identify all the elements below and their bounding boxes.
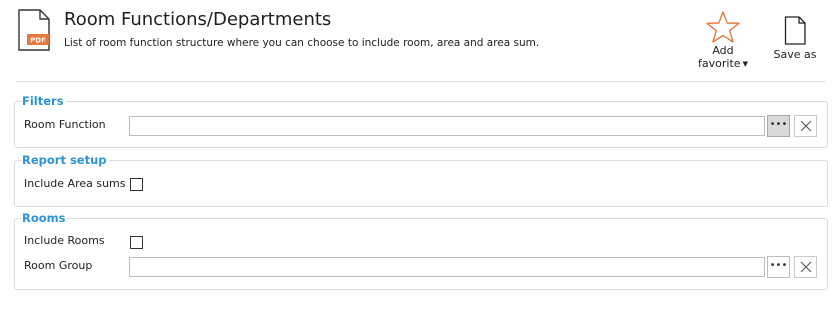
document-icon	[784, 16, 806, 45]
add-favorite-label-line1: Add	[712, 44, 734, 57]
include-rooms-label: Include Rooms	[24, 234, 105, 247]
close-icon	[800, 261, 811, 273]
include-area-sums-checkbox[interactable]	[130, 178, 143, 191]
dropdown-caret-icon: ▼	[742, 60, 748, 68]
room-group-input[interactable]	[129, 257, 765, 277]
add-favorite-label-line2: favorite	[698, 57, 741, 70]
pdf-file-icon: PDF	[16, 9, 54, 51]
header-divider	[16, 81, 825, 82]
pdf-badge-text: PDF	[30, 37, 46, 45]
room-group-clear-button[interactable]	[794, 256, 817, 278]
room-function-browse-button[interactable]: •••	[767, 115, 790, 137]
room-group-label: Room Group	[24, 259, 93, 272]
page-title: Room Functions/Departments	[64, 9, 332, 30]
filters-group-title: Filters	[22, 94, 66, 108]
add-favorite-button[interactable]: Add favorite ▼	[692, 10, 754, 74]
room-function-label: Room Function	[24, 118, 106, 131]
room-function-input[interactable]	[129, 116, 765, 136]
include-area-sums-label: Include Area sums	[24, 177, 126, 190]
include-rooms-checkbox[interactable]	[130, 236, 143, 249]
star-icon	[706, 11, 740, 43]
room-group-browse-button[interactable]: •••	[767, 256, 790, 278]
rooms-group-title: Rooms	[22, 211, 68, 225]
save-as-label: Save as	[773, 48, 817, 61]
room-function-clear-button[interactable]	[794, 115, 817, 137]
rooms-group	[14, 218, 828, 290]
page-subtitle: List of room function structure where yo…	[64, 37, 540, 49]
save-as-button[interactable]: Save as	[769, 16, 821, 64]
close-icon	[800, 120, 811, 132]
report-setup-group-title: Report setup	[22, 153, 109, 167]
